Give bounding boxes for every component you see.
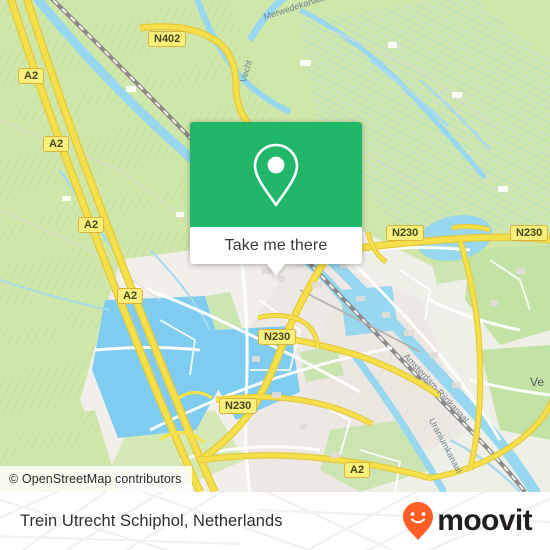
road-shield-label: N230 bbox=[386, 225, 425, 241]
road-shield: N230 bbox=[219, 396, 258, 414]
moovit-pin-smiley-icon bbox=[403, 502, 434, 540]
road-shield: N230 bbox=[258, 327, 297, 345]
road-shield: A2 bbox=[43, 134, 70, 152]
bottom-info-bar: Trein Utrecht Schiphol, Netherlands moov… bbox=[0, 492, 550, 550]
location-popup-card[interactable]: Take me there bbox=[190, 122, 362, 276]
place-title: Trein Utrecht Schiphol, Netherlands bbox=[20, 492, 283, 550]
road-shield-label: A2 bbox=[117, 288, 144, 304]
place-title-text: Trein Utrecht Schiphol, Netherlands bbox=[20, 511, 283, 530]
svg-text:Ve: Ve bbox=[530, 375, 544, 389]
osm-attribution[interactable]: © OpenStreetMap contributors bbox=[0, 466, 192, 492]
popup-card-footer[interactable]: Take me there bbox=[190, 227, 362, 264]
road-shield-label: N230 bbox=[219, 398, 258, 414]
road-shield-label: A2 bbox=[43, 136, 70, 152]
road-shield-label: N402 bbox=[148, 31, 187, 47]
road-shield-label: N230 bbox=[258, 329, 297, 345]
popup-card-pointer bbox=[267, 264, 285, 276]
road-shield: A2 bbox=[18, 66, 45, 84]
take-me-there-label: Take me there bbox=[224, 236, 328, 254]
map-canvas[interactable]: Vecht Merwedekanaal Amsterdam-Rijnkanaal… bbox=[0, 0, 550, 492]
road-shield-label: A2 bbox=[344, 462, 371, 478]
moovit-map-screenshot: Vecht Merwedekanaal Amsterdam-Rijnkanaal… bbox=[0, 0, 550, 550]
road-shield: A2 bbox=[78, 215, 105, 233]
road-shield: A2 bbox=[344, 460, 371, 478]
road-shield-label: N230 bbox=[510, 225, 549, 241]
road-shield: N230 bbox=[386, 223, 425, 241]
road-shield: A2 bbox=[117, 286, 144, 304]
road-shield: N230 bbox=[510, 223, 549, 241]
moovit-wordmark: moovit bbox=[437, 504, 532, 537]
map-pin-icon bbox=[253, 143, 299, 206]
osm-attribution-text: © OpenStreetMap contributors bbox=[9, 472, 182, 486]
road-shield-label: A2 bbox=[78, 217, 105, 233]
road-shield: N402 bbox=[148, 29, 187, 47]
road-shield-label: A2 bbox=[18, 68, 45, 84]
moovit-brand-logo[interactable]: moovit bbox=[401, 492, 533, 550]
popup-card-header bbox=[190, 122, 362, 227]
